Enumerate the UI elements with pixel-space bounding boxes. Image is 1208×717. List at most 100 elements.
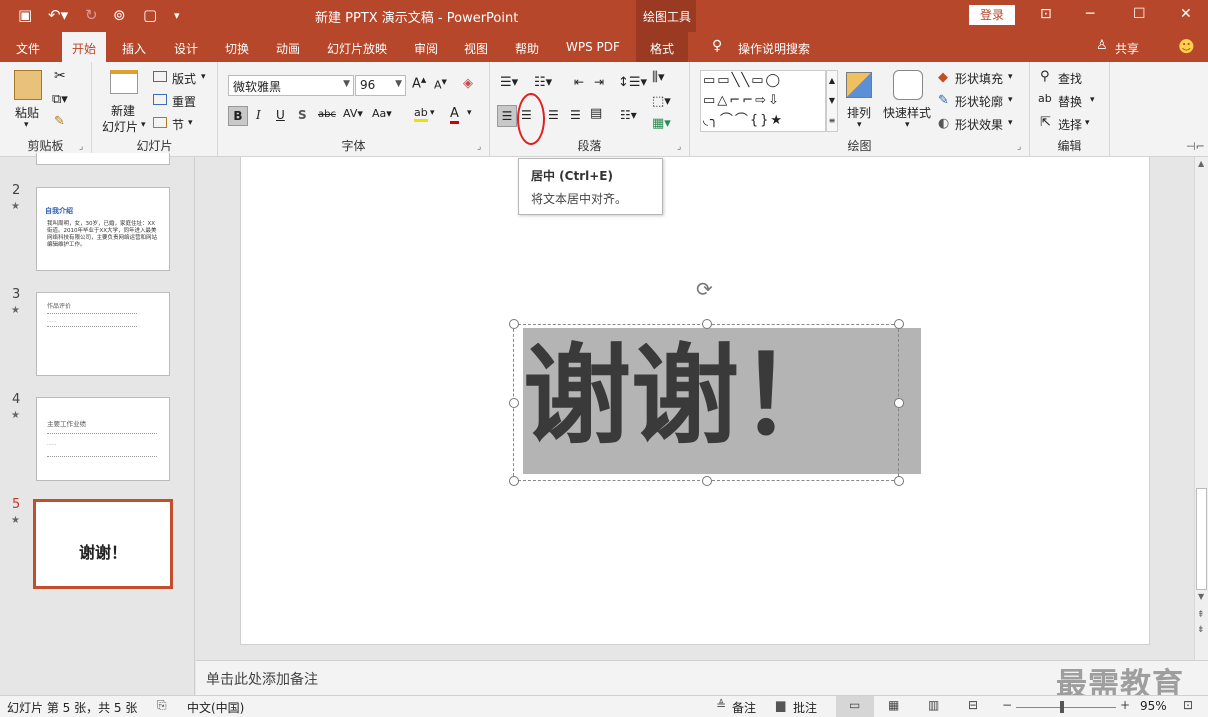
paste-button[interactable]: 粘贴: [15, 104, 39, 121]
layout-icon[interactable]: [153, 71, 167, 82]
smiley-icon[interactable]: ☻: [1178, 37, 1195, 56]
find-button[interactable]: 查找: [1058, 70, 1082, 87]
resize-handle-b[interactable]: [702, 476, 712, 486]
shape-fill-icon[interactable]: ◆: [938, 70, 948, 85]
arrange-button[interactable]: 排列: [847, 104, 871, 121]
shape-fill-button[interactable]: 形状填充: [955, 70, 1003, 87]
fit-slide-icon[interactable]: ⊡: [1183, 698, 1193, 712]
thumbnail-3[interactable]: 作品评价 ······: [36, 292, 170, 376]
columns-icon[interactable]: ☷▾: [620, 108, 637, 122]
highlight-dropdown-icon[interactable]: ▾: [430, 108, 435, 118]
distribute-icon[interactable]: ▤: [590, 106, 602, 121]
redo-icon[interactable]: ↻: [85, 6, 98, 24]
reset-icon[interactable]: [153, 94, 167, 105]
spell-check-icon[interactable]: ⎘: [157, 698, 167, 713]
thumbnail-1-partial[interactable]: [36, 153, 170, 165]
slide-sorter-icon[interactable]: ▦: [888, 698, 899, 712]
decrease-indent-icon[interactable]: ⇤: [574, 75, 584, 89]
numbering-icon[interactable]: ☷▾: [534, 75, 552, 90]
scroll-up-icon[interactable]: ▲: [1198, 159, 1204, 168]
align-left-icon[interactable]: ☰: [497, 105, 517, 127]
select-button[interactable]: 选择: [1058, 116, 1082, 133]
text-shadow-icon[interactable]: S: [298, 108, 307, 122]
tab-format[interactable]: 格式: [636, 32, 689, 62]
italic-icon[interactable]: I: [256, 108, 261, 122]
maximize-button[interactable]: ☐: [1133, 6, 1146, 22]
section-icon[interactable]: [153, 117, 167, 128]
undo-icon[interactable]: ↶▾: [48, 6, 68, 24]
shape-effects-dropdown-icon[interactable]: ▾: [1008, 118, 1013, 128]
decrease-font-icon[interactable]: A▼: [434, 78, 447, 92]
new-file-icon[interactable]: ▢: [143, 6, 157, 24]
increase-font-icon[interactable]: A▲: [412, 76, 426, 91]
clear-formatting-icon[interactable]: ◈: [463, 76, 473, 91]
quick-styles-button[interactable]: 快速样式: [883, 104, 931, 121]
cut-icon[interactable]: ✂: [54, 68, 66, 84]
notes-pane[interactable]: 单击此处添加备注 最需教育: [196, 660, 1208, 703]
format-painter-icon[interactable]: ✎: [54, 114, 65, 129]
slideshow-icon[interactable]: ⊟: [968, 698, 978, 712]
tab-wps-pdf[interactable]: WPS PDF: [566, 40, 620, 54]
character-spacing-icon[interactable]: AV▾: [343, 107, 363, 120]
copy-icon[interactable]: ⧉▾: [52, 92, 68, 107]
vertical-scrollbar[interactable]: ▲ ▼ ⇞ ⇟: [1194, 157, 1208, 660]
shape-effects-button[interactable]: 形状效果: [955, 116, 1003, 133]
minimize-button[interactable]: ─: [1086, 6, 1094, 22]
tab-animations[interactable]: 动画: [276, 40, 300, 57]
present-from-start-icon[interactable]: ⊚: [113, 6, 126, 24]
slide-canvas[interactable]: 谢谢！ ⟳: [240, 157, 1150, 645]
line-spacing-icon[interactable]: ↕☰▾: [618, 75, 647, 90]
paste-icon[interactable]: [14, 70, 42, 100]
section-button[interactable]: 节: [172, 116, 184, 133]
reading-view-icon[interactable]: ▥: [928, 698, 939, 712]
close-button[interactable]: ✕: [1180, 6, 1192, 22]
resize-handle-l[interactable]: [509, 398, 519, 408]
resize-handle-br[interactable]: [894, 476, 904, 486]
font-launcher-icon[interactable]: ⌟: [477, 142, 481, 152]
zoom-slider-thumb[interactable]: [1060, 701, 1064, 713]
zoom-level[interactable]: 95%: [1140, 699, 1167, 713]
replace-button[interactable]: 替换: [1058, 93, 1082, 110]
shape-fill-dropdown-icon[interactable]: ▾: [1008, 72, 1013, 82]
align-text-icon[interactable]: ⬚▾: [652, 94, 671, 109]
font-name-dropdown-icon[interactable]: ▼: [343, 79, 350, 89]
replace-dropdown-icon[interactable]: ▾: [1090, 95, 1095, 105]
tab-view[interactable]: 视图: [464, 40, 488, 57]
language-text[interactable]: 中文(中国): [187, 699, 244, 716]
new-slide-label[interactable]: 幻灯片: [102, 118, 138, 135]
zoom-in-icon[interactable]: +: [1120, 698, 1130, 712]
reset-button[interactable]: 重置: [172, 93, 196, 110]
find-icon[interactable]: ⚲: [1040, 69, 1050, 84]
notes-icon[interactable]: ≜: [716, 698, 726, 712]
increase-indent-icon[interactable]: ⇥: [594, 75, 604, 89]
font-size-dropdown-icon[interactable]: ▼: [395, 79, 402, 89]
save-icon[interactable]: ▣: [18, 6, 32, 24]
login-button[interactable]: 登录: [969, 5, 1015, 25]
smartart-icon[interactable]: ▦▾: [652, 116, 671, 131]
scrollbar-thumb[interactable]: [1196, 488, 1207, 590]
resize-handle-tr[interactable]: [894, 319, 904, 329]
bold-icon[interactable]: B: [228, 106, 248, 126]
paste-dropdown-icon[interactable]: ▾: [24, 120, 29, 130]
bullets-icon[interactable]: ☰▾: [500, 75, 518, 90]
font-name-select[interactable]: 微软雅黑 ▼: [228, 75, 354, 96]
tab-design[interactable]: 设计: [174, 40, 198, 57]
layout-button[interactable]: 版式: [172, 70, 196, 87]
next-slide-icon[interactable]: ⇟: [1197, 625, 1205, 635]
font-color-dropdown-icon[interactable]: ▾: [467, 108, 472, 118]
slide-text[interactable]: 谢谢！: [523, 321, 921, 473]
notes-placeholder[interactable]: 单击此处添加备注: [206, 669, 318, 689]
zoom-out-icon[interactable]: −: [1002, 698, 1012, 712]
tab-review[interactable]: 审阅: [414, 40, 438, 57]
new-slide-dropdown-icon[interactable]: ▾: [141, 120, 146, 130]
underline-icon[interactable]: U: [276, 108, 285, 122]
previous-slide-icon[interactable]: ⇞: [1197, 610, 1205, 620]
quick-styles-icon[interactable]: [893, 70, 923, 100]
resize-handle-t[interactable]: [702, 319, 712, 329]
tab-slideshow[interactable]: 幻灯片放映: [327, 40, 387, 57]
resize-handle-r[interactable]: [894, 398, 904, 408]
tab-transitions[interactable]: 切换: [225, 40, 249, 57]
shapes-gallery[interactable]: ▭▭╲╲▭◯ ▭△⌐⌐⇨⇩ ◟╮⌒⌒{}★: [700, 70, 826, 132]
comments-button[interactable]: 批注: [793, 699, 817, 716]
normal-view-icon[interactable]: ▭: [849, 698, 860, 712]
